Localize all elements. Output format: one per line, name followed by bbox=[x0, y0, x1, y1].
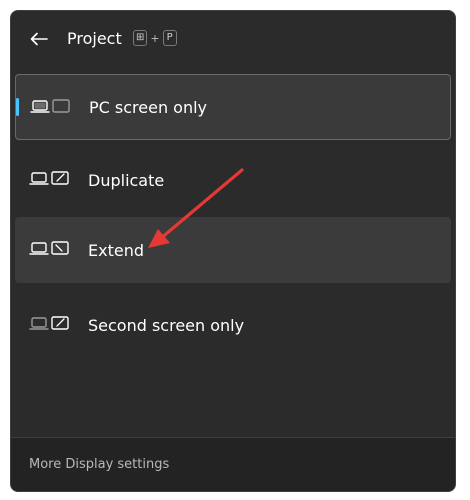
option-label: Duplicate bbox=[88, 170, 165, 190]
second-screen-only-icon bbox=[29, 316, 69, 330]
option-label: Extend bbox=[88, 240, 144, 260]
option-pc-screen-only[interactable]: PC screen only bbox=[15, 74, 451, 140]
flyout-header: Project ⊞ + P bbox=[11, 11, 455, 67]
project-flyout: Project ⊞ + P PC screen only Duplicate E… bbox=[10, 10, 456, 492]
selection-indicator bbox=[16, 98, 19, 116]
duplicate-icon bbox=[29, 171, 69, 185]
page-title: Project bbox=[67, 29, 122, 48]
keyboard-shortcut: ⊞ + P bbox=[133, 30, 177, 46]
option-extend[interactable]: Extend bbox=[15, 217, 451, 283]
p-key: P bbox=[162, 30, 177, 46]
back-arrow-icon bbox=[30, 32, 48, 46]
option-duplicate[interactable]: Duplicate bbox=[15, 147, 451, 213]
back-button[interactable] bbox=[27, 27, 51, 51]
more-display-settings-link[interactable]: More Display settings bbox=[29, 457, 169, 472]
extend-icon bbox=[29, 241, 69, 255]
pc-screen-only-icon bbox=[30, 99, 70, 113]
option-label: Second screen only bbox=[88, 315, 245, 335]
flyout-footer: More Display settings bbox=[11, 438, 455, 491]
shortcut-plus: + bbox=[150, 31, 160, 45]
option-label: PC screen only bbox=[89, 97, 208, 117]
option-second-screen-only[interactable]: Second screen only bbox=[15, 292, 451, 358]
windows-key-icon: ⊞ bbox=[133, 30, 148, 46]
